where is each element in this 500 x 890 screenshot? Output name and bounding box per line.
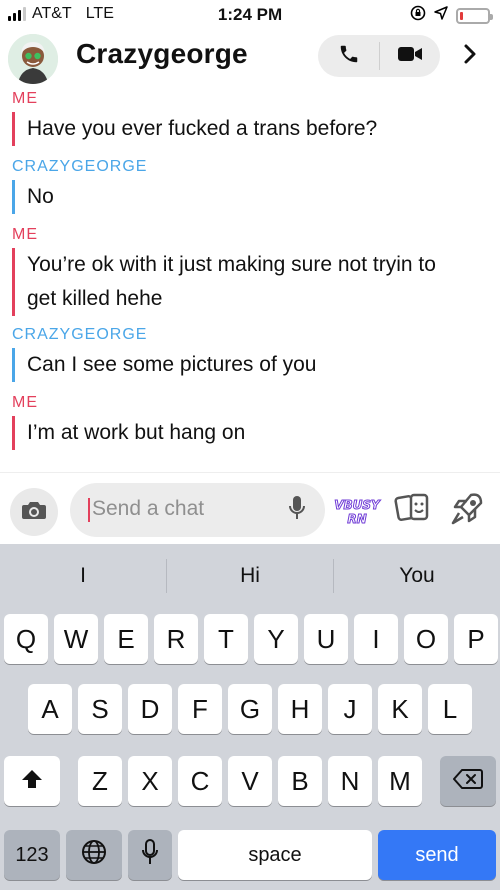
key-n[interactable]: N bbox=[328, 756, 372, 806]
suggestion-3[interactable]: You bbox=[334, 544, 500, 608]
key-h[interactable]: H bbox=[278, 684, 322, 734]
key-p[interactable]: P bbox=[454, 614, 498, 664]
keyboard: I Hi You Q W E R T Y U I O P A S D F G H… bbox=[0, 544, 500, 890]
space-key[interactable]: space bbox=[178, 830, 372, 880]
sticker-button[interactable] bbox=[390, 491, 436, 531]
location-arrow-icon bbox=[434, 6, 448, 25]
suggestion-bar: I Hi You bbox=[0, 544, 500, 608]
key-u[interactable]: U bbox=[304, 614, 348, 664]
key-o[interactable]: O bbox=[404, 614, 448, 664]
key-i[interactable]: I bbox=[354, 614, 398, 664]
bitmoji-sticker-icon: VBUSY RN bbox=[334, 498, 382, 527]
phone-icon bbox=[338, 43, 360, 70]
avatar[interactable] bbox=[8, 34, 58, 84]
sticker-cards-icon bbox=[393, 491, 433, 532]
suggestion-1[interactable]: I bbox=[0, 544, 166, 608]
lock-rotation-icon bbox=[410, 5, 426, 26]
sender-label: CRAZYGEORGE bbox=[12, 326, 148, 343]
dictation-key[interactable] bbox=[128, 830, 172, 880]
key-z[interactable]: Z bbox=[78, 756, 122, 806]
key-d[interactable]: D bbox=[128, 684, 172, 734]
video-camera-icon bbox=[397, 44, 423, 69]
backspace-key[interactable] bbox=[440, 756, 496, 806]
key-x[interactable]: X bbox=[128, 756, 172, 806]
key-k[interactable]: K bbox=[378, 684, 422, 734]
battery-icon bbox=[456, 7, 493, 24]
voice-call-button[interactable] bbox=[318, 35, 379, 77]
message-line: get killed hehe bbox=[27, 287, 163, 310]
video-call-button[interactable] bbox=[379, 35, 440, 77]
message-line: Have you ever fucked a trans before? bbox=[27, 117, 378, 140]
key-y[interactable]: Y bbox=[254, 614, 298, 664]
voice-note-button[interactable] bbox=[283, 495, 311, 526]
message-line: No bbox=[27, 185, 54, 208]
games-button[interactable] bbox=[444, 489, 490, 533]
message-line: Can I see some pictures of you bbox=[27, 353, 317, 376]
numbers-key[interactable]: 123 bbox=[4, 830, 60, 880]
battery-level bbox=[460, 11, 463, 20]
message-line: I’m at work but hang on bbox=[27, 421, 246, 444]
key-g[interactable]: G bbox=[228, 684, 272, 734]
shift-arrow-icon bbox=[20, 766, 44, 797]
chevron-right-icon bbox=[461, 43, 479, 70]
chat-header: Crazygeorge bbox=[0, 30, 500, 86]
key-m[interactable]: M bbox=[378, 756, 422, 806]
send-key[interactable]: send bbox=[378, 830, 496, 880]
sender-label: CRAZYGEORGE bbox=[12, 158, 148, 175]
key-t[interactable]: T bbox=[204, 614, 248, 664]
message-text[interactable]: You’re ok with it just making sure not t… bbox=[12, 248, 492, 316]
suggestion-2[interactable]: Hi bbox=[167, 544, 333, 608]
chat-input[interactable]: Send a chat bbox=[70, 483, 325, 537]
key-e[interactable]: E bbox=[104, 614, 148, 664]
key-b[interactable]: B bbox=[278, 756, 322, 806]
message-text[interactable]: No bbox=[12, 180, 492, 214]
key-j[interactable]: J bbox=[328, 684, 372, 734]
message-text[interactable]: Can I see some pictures of you bbox=[12, 348, 492, 382]
chat-input-placeholder: Send a chat bbox=[92, 497, 205, 520]
next-button[interactable] bbox=[452, 38, 488, 74]
key-f[interactable]: F bbox=[178, 684, 222, 734]
message-text[interactable]: Have you ever fucked a trans before? bbox=[12, 112, 492, 146]
chat-title[interactable]: Crazygeorge bbox=[76, 38, 248, 70]
key-l[interactable]: L bbox=[428, 684, 472, 734]
chat-composer: Send a chat VBUSY RN bbox=[0, 472, 500, 544]
microphone-icon bbox=[288, 495, 306, 526]
bitmoji-text-1: VBUSY bbox=[334, 498, 381, 512]
status-bar: AT&T LTE 1:24 PM bbox=[0, 0, 500, 30]
bitmoji-text-2: RN bbox=[347, 512, 366, 526]
text-caret bbox=[88, 498, 90, 522]
message-text[interactable]: I’m at work but hang on bbox=[12, 416, 492, 450]
status-right bbox=[410, 5, 493, 26]
sender-label: ME bbox=[12, 394, 38, 411]
key-v[interactable]: V bbox=[228, 756, 272, 806]
camera-button[interactable] bbox=[10, 488, 58, 536]
backspace-icon bbox=[453, 766, 483, 797]
rocket-icon bbox=[447, 489, 487, 534]
sender-label: ME bbox=[12, 90, 38, 107]
globe-icon bbox=[80, 838, 108, 873]
message-line: You’re ok with it just making sure not t… bbox=[27, 253, 436, 276]
shift-key[interactable] bbox=[4, 756, 60, 806]
key-c[interactable]: C bbox=[178, 756, 222, 806]
sender-label: ME bbox=[12, 226, 38, 243]
microphone-icon bbox=[141, 838, 159, 873]
globe-key[interactable] bbox=[66, 830, 122, 880]
key-a[interactable]: A bbox=[28, 684, 72, 734]
camera-icon bbox=[21, 499, 47, 526]
key-s[interactable]: S bbox=[78, 684, 122, 734]
bitmoji-button[interactable]: VBUSY RN bbox=[332, 491, 382, 531]
key-q[interactable]: Q bbox=[4, 614, 48, 664]
key-w[interactable]: W bbox=[54, 614, 98, 664]
call-buttons-group bbox=[318, 35, 440, 77]
key-r[interactable]: R bbox=[154, 614, 198, 664]
